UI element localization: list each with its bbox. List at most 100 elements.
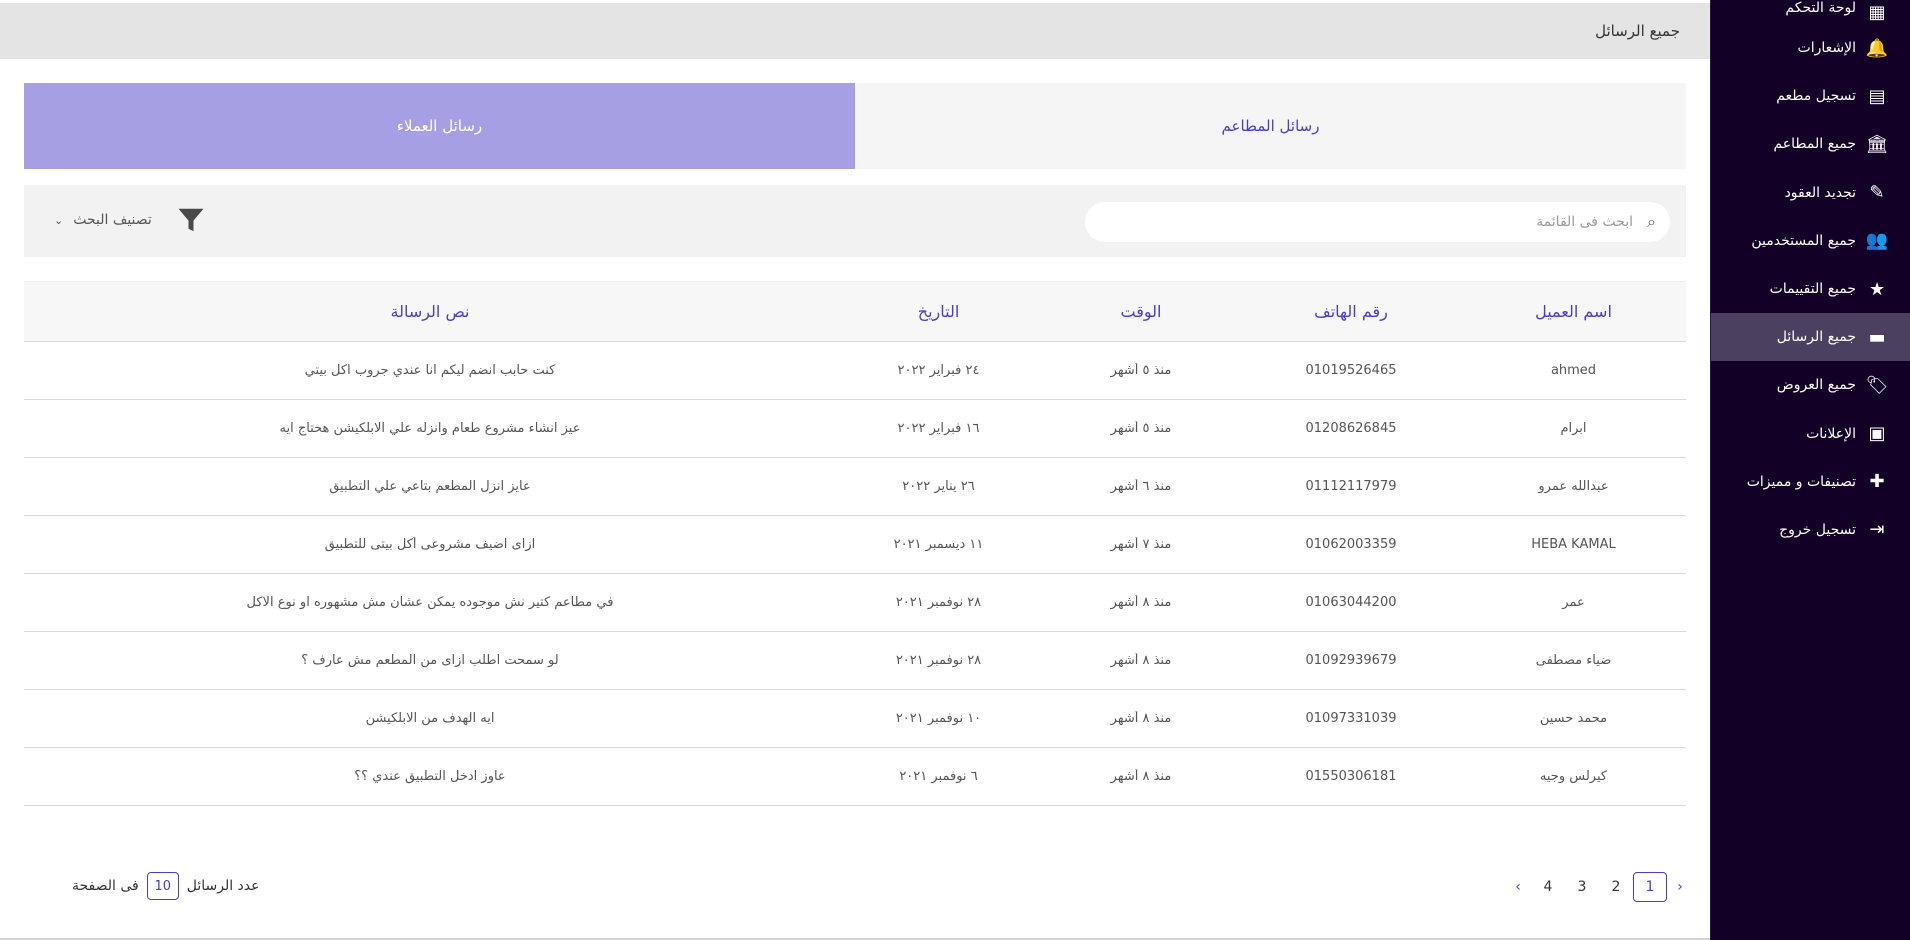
- sidebar-item-label: تسجيل خروج: [1779, 521, 1856, 538]
- cell-time: منذ ٥ أشهر: [1110, 363, 1172, 378]
- page-3[interactable]: 3: [1565, 872, 1599, 902]
- search-input[interactable]: [1133, 214, 1634, 230]
- cell-phone: 01063044200: [1305, 595, 1397, 610]
- page-title: جميع الرسائل: [1595, 22, 1680, 40]
- search-box: ⌕: [1085, 202, 1670, 242]
- cell-message: في مطاعم كتير نش موجوده يمكن عشان مش مشه…: [246, 595, 614, 610]
- bank-icon: 🏛: [1865, 133, 1889, 155]
- filter-icon[interactable]: [176, 205, 206, 235]
- pagination-next[interactable]: ‹: [1505, 872, 1531, 902]
- sidebar-item-label: الإشعارات: [1797, 40, 1856, 57]
- per-page-label: عدد الرسائل: [186, 878, 260, 894]
- sidebar-item-notifications[interactable]: 🔔 الإشعارات: [1711, 24, 1910, 72]
- cell-message: عايز انزل المطعم بتاعي علي التطبيق: [329, 479, 531, 494]
- tab-customer-messages[interactable]: رسائل العملاء: [24, 83, 855, 169]
- cell-date: ١٠ نوفمبر ٢٠٢١: [895, 711, 982, 726]
- sidebar-item-dashboard[interactable]: ▦ لوحة التحكم: [1711, 0, 1910, 24]
- table-row[interactable]: HEBA KAMAL 01062003359 منذ ٧ أشهر ١١ ديس…: [24, 516, 1686, 574]
- cell-message: ايه الهدف من الابلكيشن: [365, 711, 495, 726]
- sidebar-item-all-offers[interactable]: 🏷 جميع العروض: [1711, 361, 1910, 409]
- users-icon: 👥: [1865, 230, 1889, 252]
- register-restaurant-icon: ▤: [1868, 85, 1886, 107]
- cell-name: محمد حسين: [1539, 711, 1608, 726]
- message-icon: ▬: [1868, 326, 1886, 348]
- sidebar-item-all-restaurants[interactable]: 🏛 جميع المطاعم: [1711, 120, 1910, 168]
- per-page-suffix: فى الصفحة: [72, 878, 139, 894]
- pagination: ‹ 4 3 2 1 ›: [1505, 872, 1693, 902]
- table-row[interactable]: ابرام 01208626845 منذ ٥ أشهر ١٦ فبراير ٢…: [24, 400, 1686, 458]
- cell-name: HEBA KAMAL: [1531, 537, 1616, 552]
- cell-phone: 01550306181: [1305, 769, 1397, 784]
- sidebar-item-label: تجديد العقود: [1784, 184, 1856, 201]
- sidebar-item-label: جميع الرسائل: [1776, 329, 1856, 346]
- tab-restaurant-messages[interactable]: رسائل المطاعم: [855, 83, 1686, 169]
- sidebar-item-all-messages[interactable]: ▬ جميع الرسائل: [1711, 313, 1910, 362]
- table-row[interactable]: ahmed 01019526465 منذ ٥ أشهر ٢٤ فبراير ٢…: [24, 342, 1686, 400]
- cell-phone: 01062003359: [1305, 537, 1397, 552]
- bell-icon: 🔔: [1865, 37, 1889, 59]
- page-4[interactable]: 4: [1531, 872, 1565, 902]
- cell-name: ابرام: [1560, 421, 1587, 436]
- table-row[interactable]: عمر 01063044200 منذ ٨ أشهر ٢٨ نوفمبر ٢٠٢…: [24, 574, 1686, 632]
- sidebar-item-ads[interactable]: ▣ الإعلانات: [1711, 410, 1910, 458]
- plus-icon: ✚: [1869, 471, 1885, 493]
- star-icon: ★: [1868, 278, 1886, 300]
- sidebar-item-renew-contracts[interactable]: ✎ تجديد العقود: [1711, 169, 1910, 217]
- column-header-message[interactable]: نص الرسالة: [24, 302, 836, 321]
- sidebar-item-register-restaurant[interactable]: ▤ تسجيل مطعم: [1711, 72, 1910, 120]
- cell-date: ١٦ فبراير ٢٠٢٢: [897, 421, 980, 436]
- column-header-date[interactable]: التاريخ: [836, 302, 1041, 321]
- ad-icon: ▣: [1868, 423, 1886, 445]
- column-header-time[interactable]: الوقت: [1041, 302, 1241, 321]
- cell-message: لو سمحت اطلب ازاى من المطعم مش عارف ؟: [301, 653, 559, 668]
- cell-time: منذ ٨ أشهر: [1110, 769, 1172, 784]
- sidebar: ▦ لوحة التحكم 🔔 الإشعارات ▤ تسجيل مطعم 🏛…: [1710, 0, 1910, 940]
- cell-time: منذ ٥ أشهر: [1110, 421, 1172, 436]
- search-filter[interactable]: ⌄ تصنيف البحث: [54, 205, 206, 235]
- search-icon[interactable]: ⌕: [1647, 212, 1656, 232]
- message-tabs: رسائل العملاء رسائل المطاعم: [24, 83, 1686, 169]
- main-content: جميع الرسائل رسائل العملاء رسائل المطاعم…: [0, 0, 1710, 940]
- cell-name: عبدالله عمرو: [1538, 479, 1609, 494]
- contract-icon: ✎: [1869, 182, 1885, 204]
- sidebar-item-label: جميع العروض: [1776, 377, 1856, 394]
- tag-icon: 🏷: [1865, 374, 1889, 396]
- cell-time: منذ ٨ أشهر: [1110, 711, 1172, 726]
- sidebar-item-label: جميع المطاعم: [1773, 136, 1856, 153]
- messages-table: اسم العميل رقم الهاتف الوقت التاريخ نص ا…: [24, 281, 1686, 806]
- table-row[interactable]: محمد حسين 01097331039 منذ ٨ أشهر ١٠ نوفم…: [24, 690, 1686, 748]
- search-toolbar: ⌄ تصنيف البحث ⌕: [24, 185, 1686, 257]
- sidebar-item-all-users[interactable]: 👥 جميع المستخدمين: [1711, 217, 1910, 265]
- per-page-control: عدد الرسائل 10 فى الصفحة: [72, 872, 260, 900]
- cell-date: ٢٨ نوفمبر ٢٠٢١: [895, 653, 982, 668]
- page-header: جميع الرسائل: [0, 3, 1710, 59]
- column-header-phone[interactable]: رقم الهاتف: [1241, 302, 1461, 321]
- sidebar-item-label: تصنيفات و مميزات: [1746, 473, 1856, 490]
- table-row[interactable]: ضياء مصطفى 01092939679 منذ ٨ أشهر ٢٨ نوف…: [24, 632, 1686, 690]
- cell-message: عاوز ادخل التطبيق عندي ؟؟: [354, 769, 506, 784]
- cell-phone: 01019526465: [1305, 363, 1397, 378]
- sidebar-item-label: الإعلانات: [1806, 425, 1856, 442]
- page-1[interactable]: 1: [1633, 872, 1667, 902]
- table-row[interactable]: كيرلس وجيه 01550306181 منذ ٨ أشهر ٦ نوفم…: [24, 748, 1686, 806]
- cell-time: منذ ٨ أشهر: [1110, 653, 1172, 668]
- cell-date: ٢٤ فبراير ٢٠٢٢: [897, 363, 980, 378]
- sidebar-item-categories[interactable]: ✚ تصنيفات و مميزات: [1711, 458, 1910, 506]
- filter-label: تصنيف البحث: [73, 212, 152, 228]
- dashboard-icon: ▦: [1868, 1, 1886, 23]
- per-page-select[interactable]: 10: [146, 872, 179, 900]
- cell-date: ٦ نوفمبر ٢٠٢١: [899, 769, 978, 784]
- cell-name: كيرلس وجيه: [1539, 769, 1608, 784]
- page-2[interactable]: 2: [1599, 872, 1633, 902]
- table-row[interactable]: عبدالله عمرو 01112117979 منذ ٦ أشهر ٢٦ ي…: [24, 458, 1686, 516]
- cell-name: عمر: [1562, 595, 1585, 610]
- column-header-name[interactable]: اسم العميل: [1461, 302, 1686, 321]
- sidebar-item-label: جميع المستخدمين: [1751, 232, 1856, 249]
- sidebar-item-logout[interactable]: ⇥ تسجيل خروج: [1711, 506, 1910, 554]
- cell-phone: 01092939679: [1305, 653, 1397, 668]
- chevron-down-icon: ⌄: [54, 213, 64, 227]
- cell-date: ١١ ديسمبر ٢٠٢١: [893, 537, 984, 552]
- sidebar-item-all-ratings[interactable]: ★ جميع التقييمات: [1711, 265, 1910, 313]
- cell-date: ٢٨ نوفمبر ٢٠٢١: [895, 595, 982, 610]
- pagination-prev[interactable]: ›: [1667, 872, 1693, 902]
